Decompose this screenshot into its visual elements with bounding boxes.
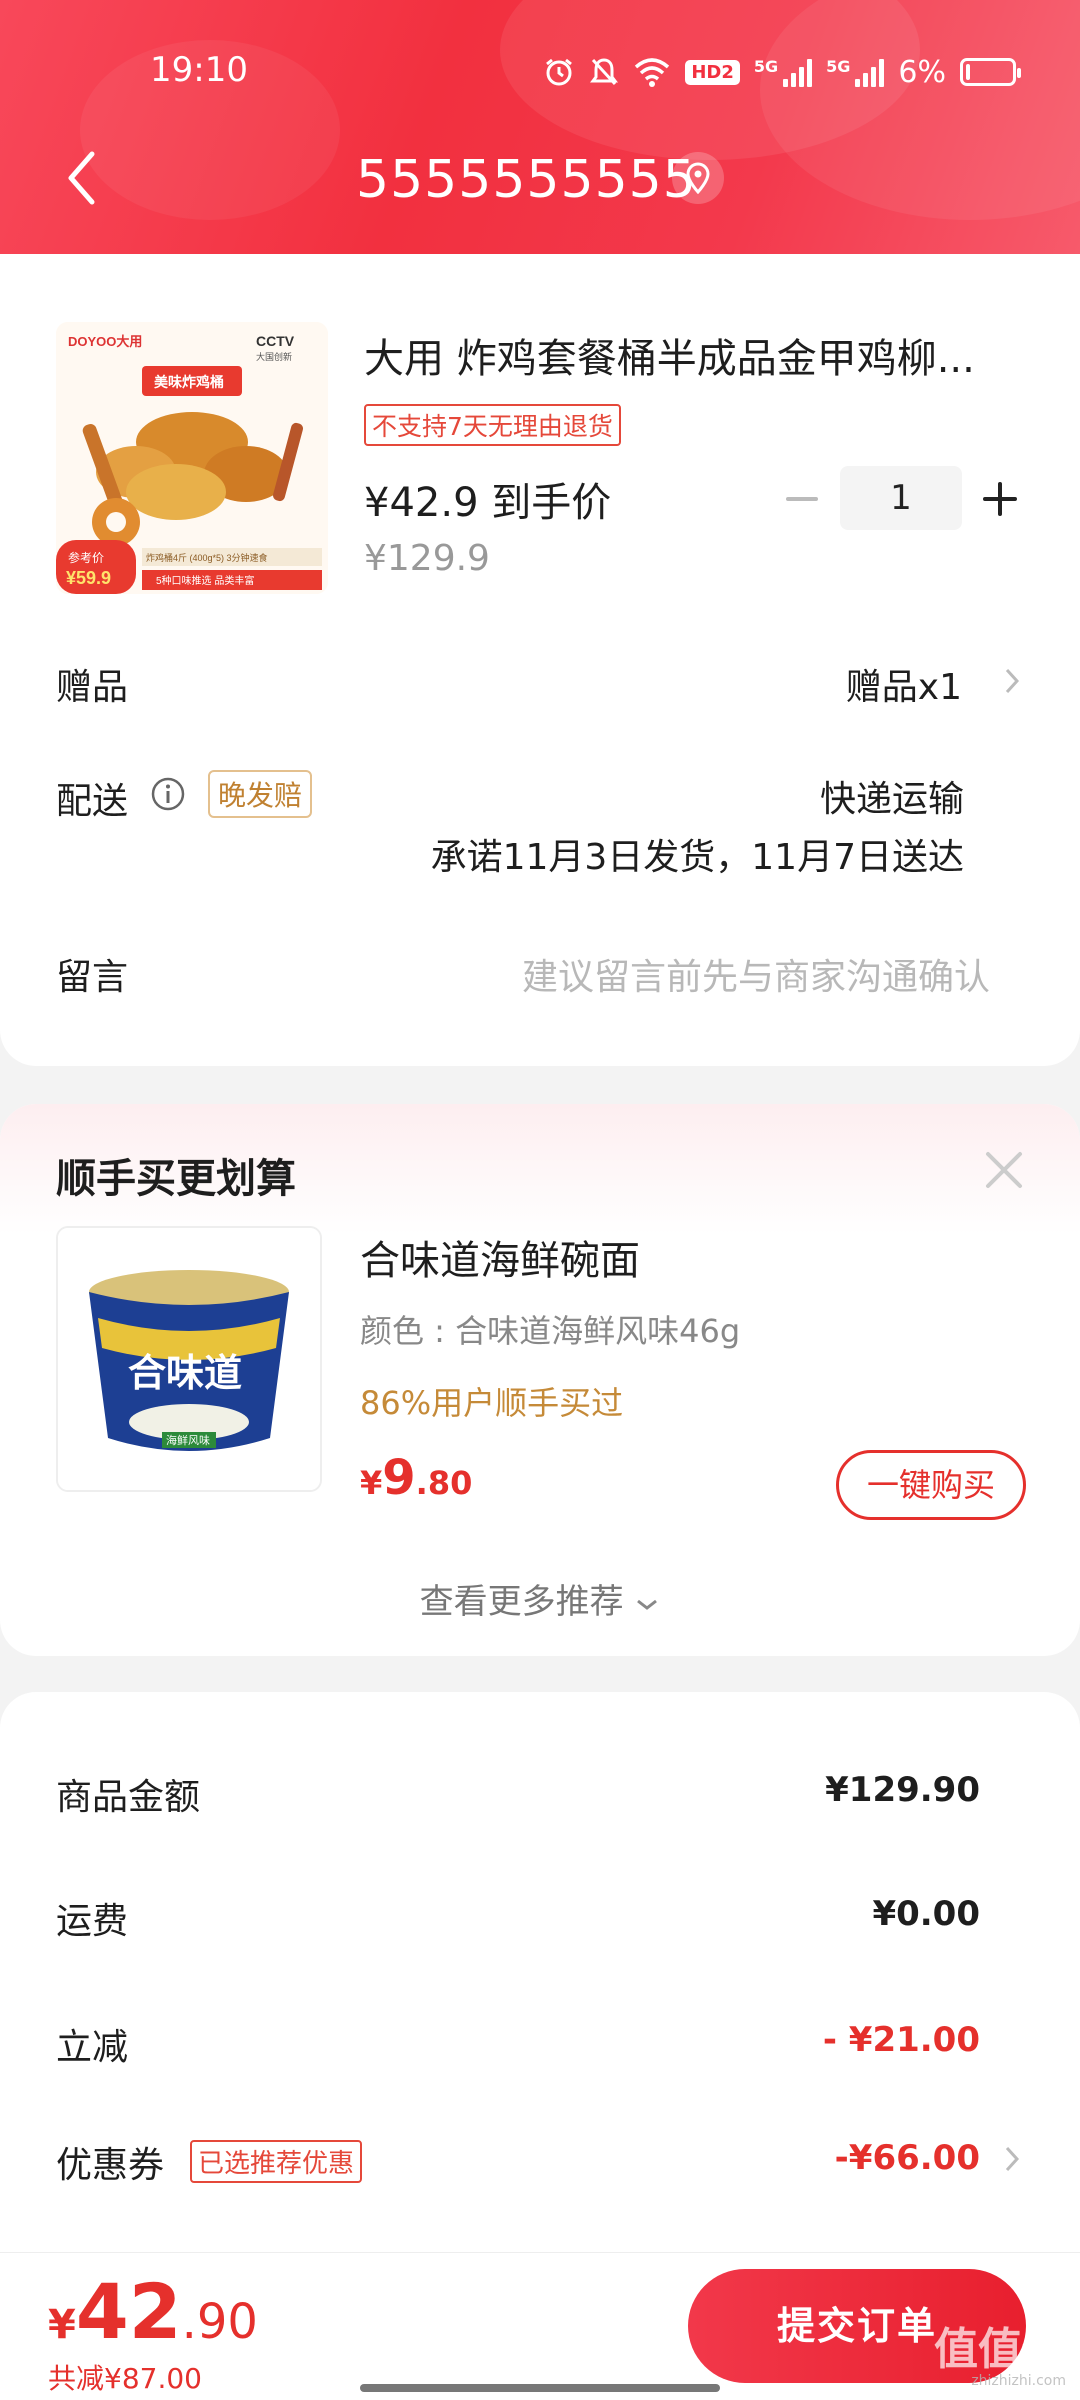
signal-5g-icon: 5G (754, 57, 813, 87)
delivery-label: 配送 (56, 781, 129, 822)
close-button[interactable] (982, 1148, 1026, 1192)
page-title: 5555555555 (356, 150, 697, 210)
location-button[interactable] (672, 152, 724, 204)
status-icons: HD2 5G 5G 6% (543, 50, 1021, 94)
ref-price: ¥59.9 (66, 568, 111, 588)
recommend-item-image[interactable]: 合味道 海鲜风味 (56, 1226, 322, 1492)
banner-text: 美味炸鸡桶 (154, 374, 224, 390)
quantity-input[interactable]: 1 (840, 466, 962, 530)
quantity-decrease-button[interactable] (780, 464, 824, 534)
strip1-text: 炸鸡桶4斤 (400g*5) 3分钟速食 (146, 552, 268, 563)
remark-input[interactable]: 建议留言前先与商家沟通确认 (522, 948, 990, 1000)
cup-brand-text: 合味道 (128, 1353, 242, 1395)
product-title[interactable]: 大用 炸鸡套餐桶半成品金甲鸡柳... (364, 326, 1004, 384)
shipping-label: 运费 (56, 1901, 129, 1942)
location-pin-icon (686, 162, 710, 194)
discount-value: - ¥21.00 (822, 2020, 980, 2060)
checkout-bar: ¥42.90 共减¥87.00 提交订单 值值值 zhizhizhi.com (0, 2252, 1080, 2400)
chevron-right-icon[interactable] (1002, 2142, 1022, 2176)
recommend-item-spec: 颜色 : 合味道海鲜风味46g (360, 1312, 741, 1350)
late-compensation-badge: 晚发赔 (208, 770, 313, 818)
coupon-recommended-badge: 已选推荐优惠 (190, 2140, 363, 2183)
gift-value[interactable]: 赠品x1 (846, 658, 962, 710)
hd-icon: HD2 (685, 59, 740, 85)
watermark: 值值值 (934, 2324, 1066, 2375)
recommend-item-price: ¥9.80 (360, 1450, 473, 1506)
mute-icon (589, 56, 619, 88)
product-price: ¥42.9 到手价 (364, 480, 612, 526)
discount-label: 立减 (56, 2027, 129, 2068)
chevron-down-icon (637, 1599, 658, 1610)
goods-amount-value: ¥129.90 (825, 1770, 980, 1810)
plus-icon (983, 482, 1017, 516)
ref-label: 参考价 (68, 550, 104, 565)
see-more-recommendations[interactable]: 查看更多推荐 (0, 1574, 1080, 1623)
recommend-title: 顺手买更划算 (56, 1156, 296, 1202)
product-image[interactable]: DOYOO大用 CCTV 大国创新 美味炸鸡桶 参考价 ¥59.9 炸鸡桶4斤 … (56, 322, 328, 594)
brand-right-sub: 大国创新 (256, 351, 292, 362)
brand-right-text: CCTV (256, 333, 295, 349)
info-icon[interactable] (150, 776, 186, 812)
watermark-url: zhizhizhi.com (971, 2373, 1066, 2389)
quantity-increase-button[interactable] (978, 464, 1022, 534)
wifi-icon (633, 57, 671, 87)
product-original-price: ¥129.9 (364, 538, 490, 579)
close-icon (986, 1152, 1022, 1188)
minus-icon (786, 497, 818, 501)
gift-label: 赠品 (56, 667, 129, 708)
signal-5g-icon: 5G (826, 57, 885, 87)
total-saving: 共减¥87.00 (48, 2362, 202, 2395)
alarm-icon (543, 56, 575, 88)
home-indicator[interactable] (360, 2384, 720, 2392)
delivery-promise: 承诺11月3日发货，11月7日送达 (430, 837, 964, 878)
recommend-card: 顺手买更划算 合味道 海鲜风味 合味道海鲜碗面 颜色 : 合味道海鲜风味46g … (0, 1104, 1080, 1656)
battery-icon (960, 58, 1021, 86)
no-return-badge: 不支持7天无理由退货 (364, 404, 621, 446)
price-summary-card: 商品金额 ¥129.90 运费 ¥0.00 立减 - ¥21.00 优惠券 已选… (0, 1692, 1080, 2252)
recommend-item-bought-rate: 86%用户顺手买过 (360, 1384, 624, 1422)
header-decoration (760, 0, 1080, 220)
shipping-value: ¥0.00 (872, 1894, 980, 1934)
chevron-left-icon (68, 151, 95, 205)
one-click-buy-button[interactable]: 一键购买 (836, 1450, 1026, 1520)
status-time: 19:10 (150, 50, 248, 90)
battery-percent: 6% (898, 54, 946, 90)
cup-flavor-text: 海鲜风味 (166, 1433, 210, 1447)
order-item-card: DOYOO大用 CCTV 大国创新 美味炸鸡桶 参考价 ¥59.9 炸鸡桶4斤 … (0, 254, 1080, 1066)
delivery-method: 快递运输 (819, 779, 964, 820)
brand-left-text: DOYOO大用 (68, 334, 142, 349)
goods-amount-label: 商品金额 (56, 1777, 201, 1818)
header: 19:10 HD2 5G 5G 6% 5555555555 (0, 0, 1080, 254)
remark-label: 留言 (56, 957, 129, 998)
strip2-text: 5种口味推选 品类丰富 (156, 574, 254, 587)
recommend-item-name[interactable]: 合味道海鲜碗面 (360, 1228, 640, 1286)
coupon-label: 优惠券 (56, 2145, 165, 2186)
coupon-value[interactable]: -¥66.00 (835, 2138, 980, 2178)
total-price: ¥42.90 (48, 2267, 258, 2356)
chevron-right-icon[interactable] (1002, 664, 1022, 698)
back-button[interactable] (56, 148, 106, 208)
